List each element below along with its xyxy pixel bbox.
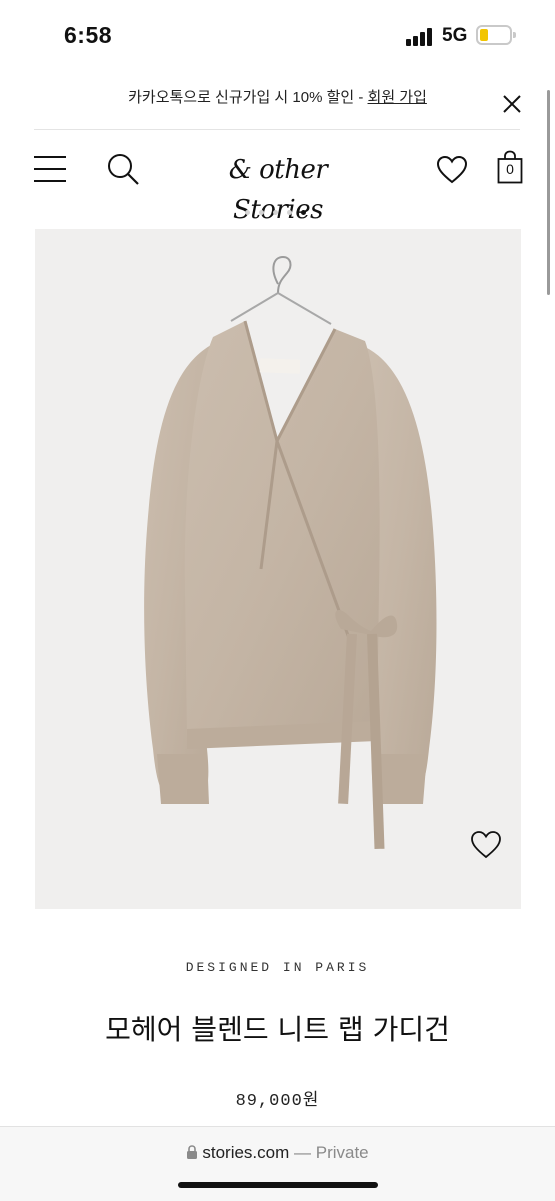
close-icon[interactable] <box>500 92 524 116</box>
url-display[interactable]: stories.com — Private <box>0 1143 555 1163</box>
carousel-dot[interactable] <box>245 210 250 215</box>
scrollbar[interactable] <box>547 90 550 295</box>
network-label: 5G <box>442 25 468 46</box>
designed-in-label: DESIGNED IN PARIS <box>185 960 370 975</box>
brand-logo[interactable]: & other Stories <box>186 150 370 225</box>
promo-banner: 카카오톡으로 신규가입 시 10% 할인 - 회원 가입 <box>0 80 555 114</box>
cart-count: 0 <box>506 161 514 177</box>
search-icon[interactable] <box>106 152 140 186</box>
signal-icon <box>406 28 436 46</box>
product-title: 모헤어 블렌드 니트 랩 가디건 <box>105 1013 450 1046</box>
hamburger-menu-icon[interactable] <box>33 155 67 183</box>
status-bar: 6:58 5G <box>0 0 555 72</box>
carousel-dot[interactable] <box>259 210 264 215</box>
product-wishlist-heart-icon[interactable] <box>470 830 502 860</box>
product-price: 89,000원 <box>235 1092 320 1111</box>
promo-message: 카카오톡으로 신규가입 시 10% 할인 - <box>128 89 368 106</box>
browser-address-bar[interactable] <box>0 1126 555 1201</box>
divider <box>34 129 520 130</box>
wishlist-heart-icon[interactable] <box>436 155 468 185</box>
private-label: — Private <box>289 1143 369 1162</box>
cardigan-illustration <box>144 255 437 850</box>
home-indicator[interactable] <box>178 1182 378 1188</box>
signup-link[interactable]: 회원 가입 <box>368 89 427 106</box>
lock-icon <box>187 1145 198 1159</box>
promo-text: 카카오톡으로 신규가입 시 10% 할인 - 회원 가입 <box>0 86 555 107</box>
carousel-dot-active[interactable] <box>301 210 306 215</box>
product-image[interactable] <box>35 229 521 909</box>
url-domain: stories.com <box>202 1143 290 1162</box>
carousel-dot[interactable] <box>287 210 292 215</box>
status-time: 6:58 <box>64 22 113 48</box>
battery-icon <box>476 25 516 45</box>
carousel-dot[interactable] <box>273 210 278 215</box>
